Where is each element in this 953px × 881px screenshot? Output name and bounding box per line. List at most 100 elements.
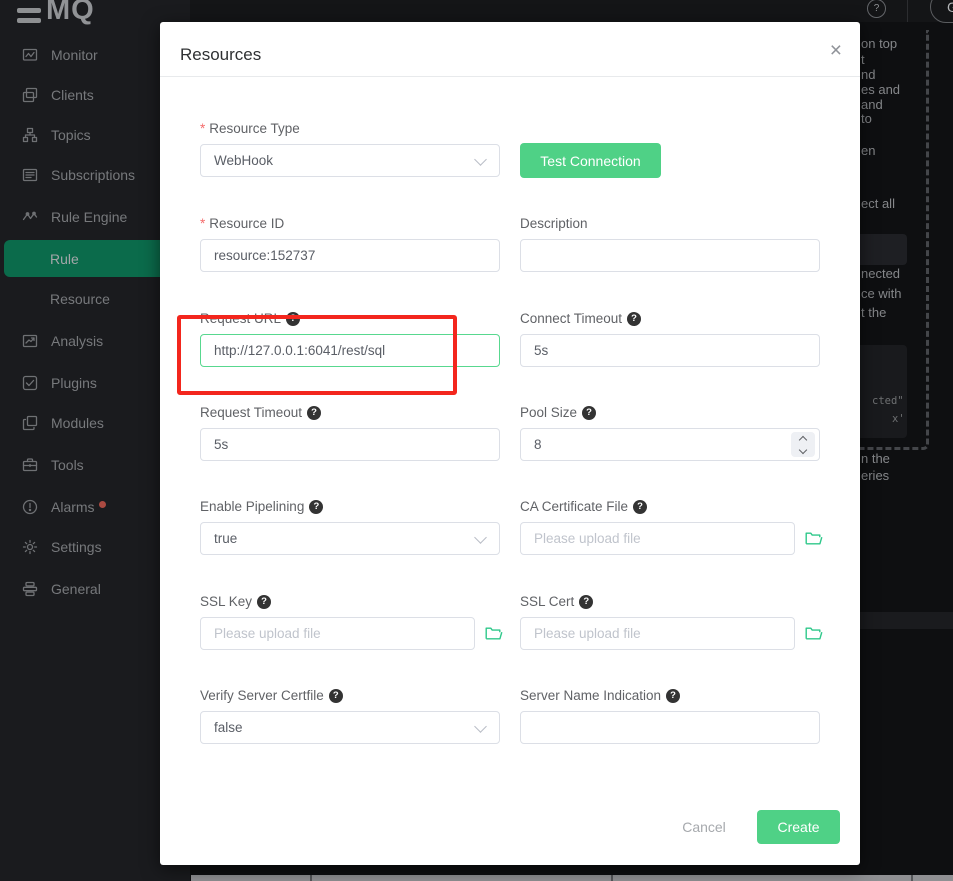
sidebar-item-label: Rule Engine	[51, 209, 127, 225]
resource-id-input[interactable]	[200, 239, 500, 272]
help-icon[interactable]: ?	[867, 0, 886, 18]
topics-icon	[22, 127, 38, 143]
ssl-cert-field: SSL Cert ?	[520, 592, 820, 650]
enable-pipelining-field: Enable Pipelining ? true	[200, 497, 500, 555]
sidebar-item-rule[interactable]: Rule	[4, 240, 186, 277]
bg-button-fragment	[852, 234, 907, 265]
ssl-key-input[interactable]	[200, 617, 475, 650]
sidebar-item-label: Topics	[51, 127, 91, 143]
help-icon[interactable]: ?	[286, 312, 300, 326]
sidebar-item-label: Plugins	[51, 375, 97, 391]
resource-type-label: * Resource Type	[200, 119, 500, 138]
emqx-logo-text: MQ	[46, 0, 95, 27]
ssl-cert-label: SSL Cert ?	[520, 592, 820, 611]
plugins-icon	[22, 375, 38, 391]
clients-icon	[22, 87, 38, 103]
sidebar-item-label: Clients	[51, 87, 94, 103]
help-icon[interactable]: ?	[329, 689, 343, 703]
help-icon[interactable]: ?	[627, 312, 641, 326]
bg-text-fragment: on top	[861, 36, 897, 51]
required-asterisk: *	[200, 216, 205, 231]
general-icon	[22, 581, 38, 597]
help-icon[interactable]: ?	[633, 500, 647, 514]
bg-text-fragment: eries	[861, 468, 889, 483]
server-name-indication-input[interactable]	[520, 711, 820, 744]
resource-id-label: * Resource ID	[200, 214, 500, 233]
ssl-key-label: SSL Key ?	[200, 592, 500, 611]
chevron-down-icon	[474, 720, 487, 733]
modules-icon	[22, 415, 38, 431]
modal-title: Resources	[180, 45, 261, 65]
monitor-icon	[22, 47, 38, 63]
pool-size-field: Pool Size ?	[520, 403, 820, 461]
github-button[interactable]: GitHub	[930, 0, 953, 23]
gear-icon	[22, 539, 38, 555]
alarm-badge	[99, 501, 106, 508]
description-field: Description	[520, 214, 820, 272]
help-icon[interactable]: ?	[257, 595, 271, 609]
help-icon[interactable]: ?	[579, 595, 593, 609]
resources-modal: Resources × * Resource Type WebHook Test…	[160, 22, 860, 865]
strip-divider	[911, 875, 913, 881]
resource-id-field: * Resource ID	[200, 214, 500, 272]
bg-text-fragment: t	[861, 52, 865, 67]
pool-size-input[interactable]	[520, 428, 820, 461]
bottom-scrollbar-strip[interactable]	[191, 875, 953, 881]
request-timeout-input[interactable]	[200, 428, 500, 461]
description-input[interactable]	[520, 239, 820, 272]
analysis-icon	[22, 333, 38, 349]
help-icon[interactable]: ?	[582, 406, 596, 420]
bg-text-fragment: nd	[861, 67, 875, 82]
request-timeout-field: Request Timeout ?	[200, 403, 500, 461]
bg-text-fragment: es and	[861, 82, 900, 97]
test-connection-button[interactable]: Test Connection	[520, 143, 661, 178]
help-icon[interactable]: ?	[309, 500, 323, 514]
modal-header-divider	[160, 76, 860, 77]
alarms-icon	[22, 499, 38, 515]
bg-text-fragment: n the	[861, 451, 890, 466]
cancel-button[interactable]: Cancel	[668, 810, 740, 844]
decrement-icon[interactable]	[799, 445, 807, 453]
create-button[interactable]: Create	[757, 810, 840, 844]
connect-timeout-input[interactable]	[520, 334, 820, 367]
bg-text-fragment: t the	[861, 305, 886, 320]
pool-size-stepper[interactable]	[791, 432, 815, 457]
emqx-logo: MQ	[17, 0, 95, 27]
connect-timeout-label: Connect Timeout ?	[520, 309, 820, 328]
request-url-field: Request URL ?	[200, 309, 500, 367]
request-url-label: Request URL ?	[200, 309, 500, 328]
ssl-key-field: SSL Key ?	[200, 592, 500, 650]
request-timeout-label: Request Timeout ?	[200, 403, 500, 422]
folder-icon[interactable]	[805, 531, 823, 546]
chevron-down-icon	[474, 531, 487, 544]
server-name-indication-field: Server Name Indication ?	[520, 686, 820, 744]
verify-server-certfile-select[interactable]: false	[200, 711, 500, 744]
pool-size-label: Pool Size ?	[520, 403, 820, 422]
enable-pipelining-select[interactable]: true	[200, 522, 500, 555]
required-asterisk: *	[200, 121, 205, 136]
sidebar-item-label: Alarms	[51, 499, 95, 515]
resource-type-select[interactable]: WebHook	[200, 144, 500, 177]
connect-timeout-field: Connect Timeout ?	[520, 309, 820, 367]
help-icon[interactable]: ?	[666, 689, 680, 703]
sidebar-item-label: Resource	[50, 291, 110, 307]
folder-icon[interactable]	[805, 626, 823, 641]
ca-certificate-file-label: CA Certificate File ?	[520, 497, 820, 516]
request-url-input[interactable]	[200, 334, 500, 367]
increment-icon[interactable]	[799, 435, 807, 443]
folder-icon[interactable]	[485, 626, 503, 641]
bg-table-header-fragment	[860, 612, 953, 629]
sidebar-item-label: Settings	[51, 539, 102, 555]
help-icon[interactable]: ?	[307, 406, 321, 420]
topbar-divider	[907, 0, 908, 22]
github-label: GitHub	[947, 0, 953, 15]
strip-divider	[310, 875, 312, 881]
ssl-cert-input[interactable]	[520, 617, 795, 650]
sidebar-item-label: Tools	[51, 457, 84, 473]
verify-server-certfile-field: Verify Server Certfile ? false	[200, 686, 500, 744]
bg-text-fragment: ect all	[861, 196, 895, 211]
close-icon[interactable]: ×	[830, 40, 842, 61]
code-line: x'	[892, 413, 905, 425]
ca-certificate-file-input[interactable]	[520, 522, 795, 555]
sidebar-item-label: Modules	[51, 415, 104, 431]
